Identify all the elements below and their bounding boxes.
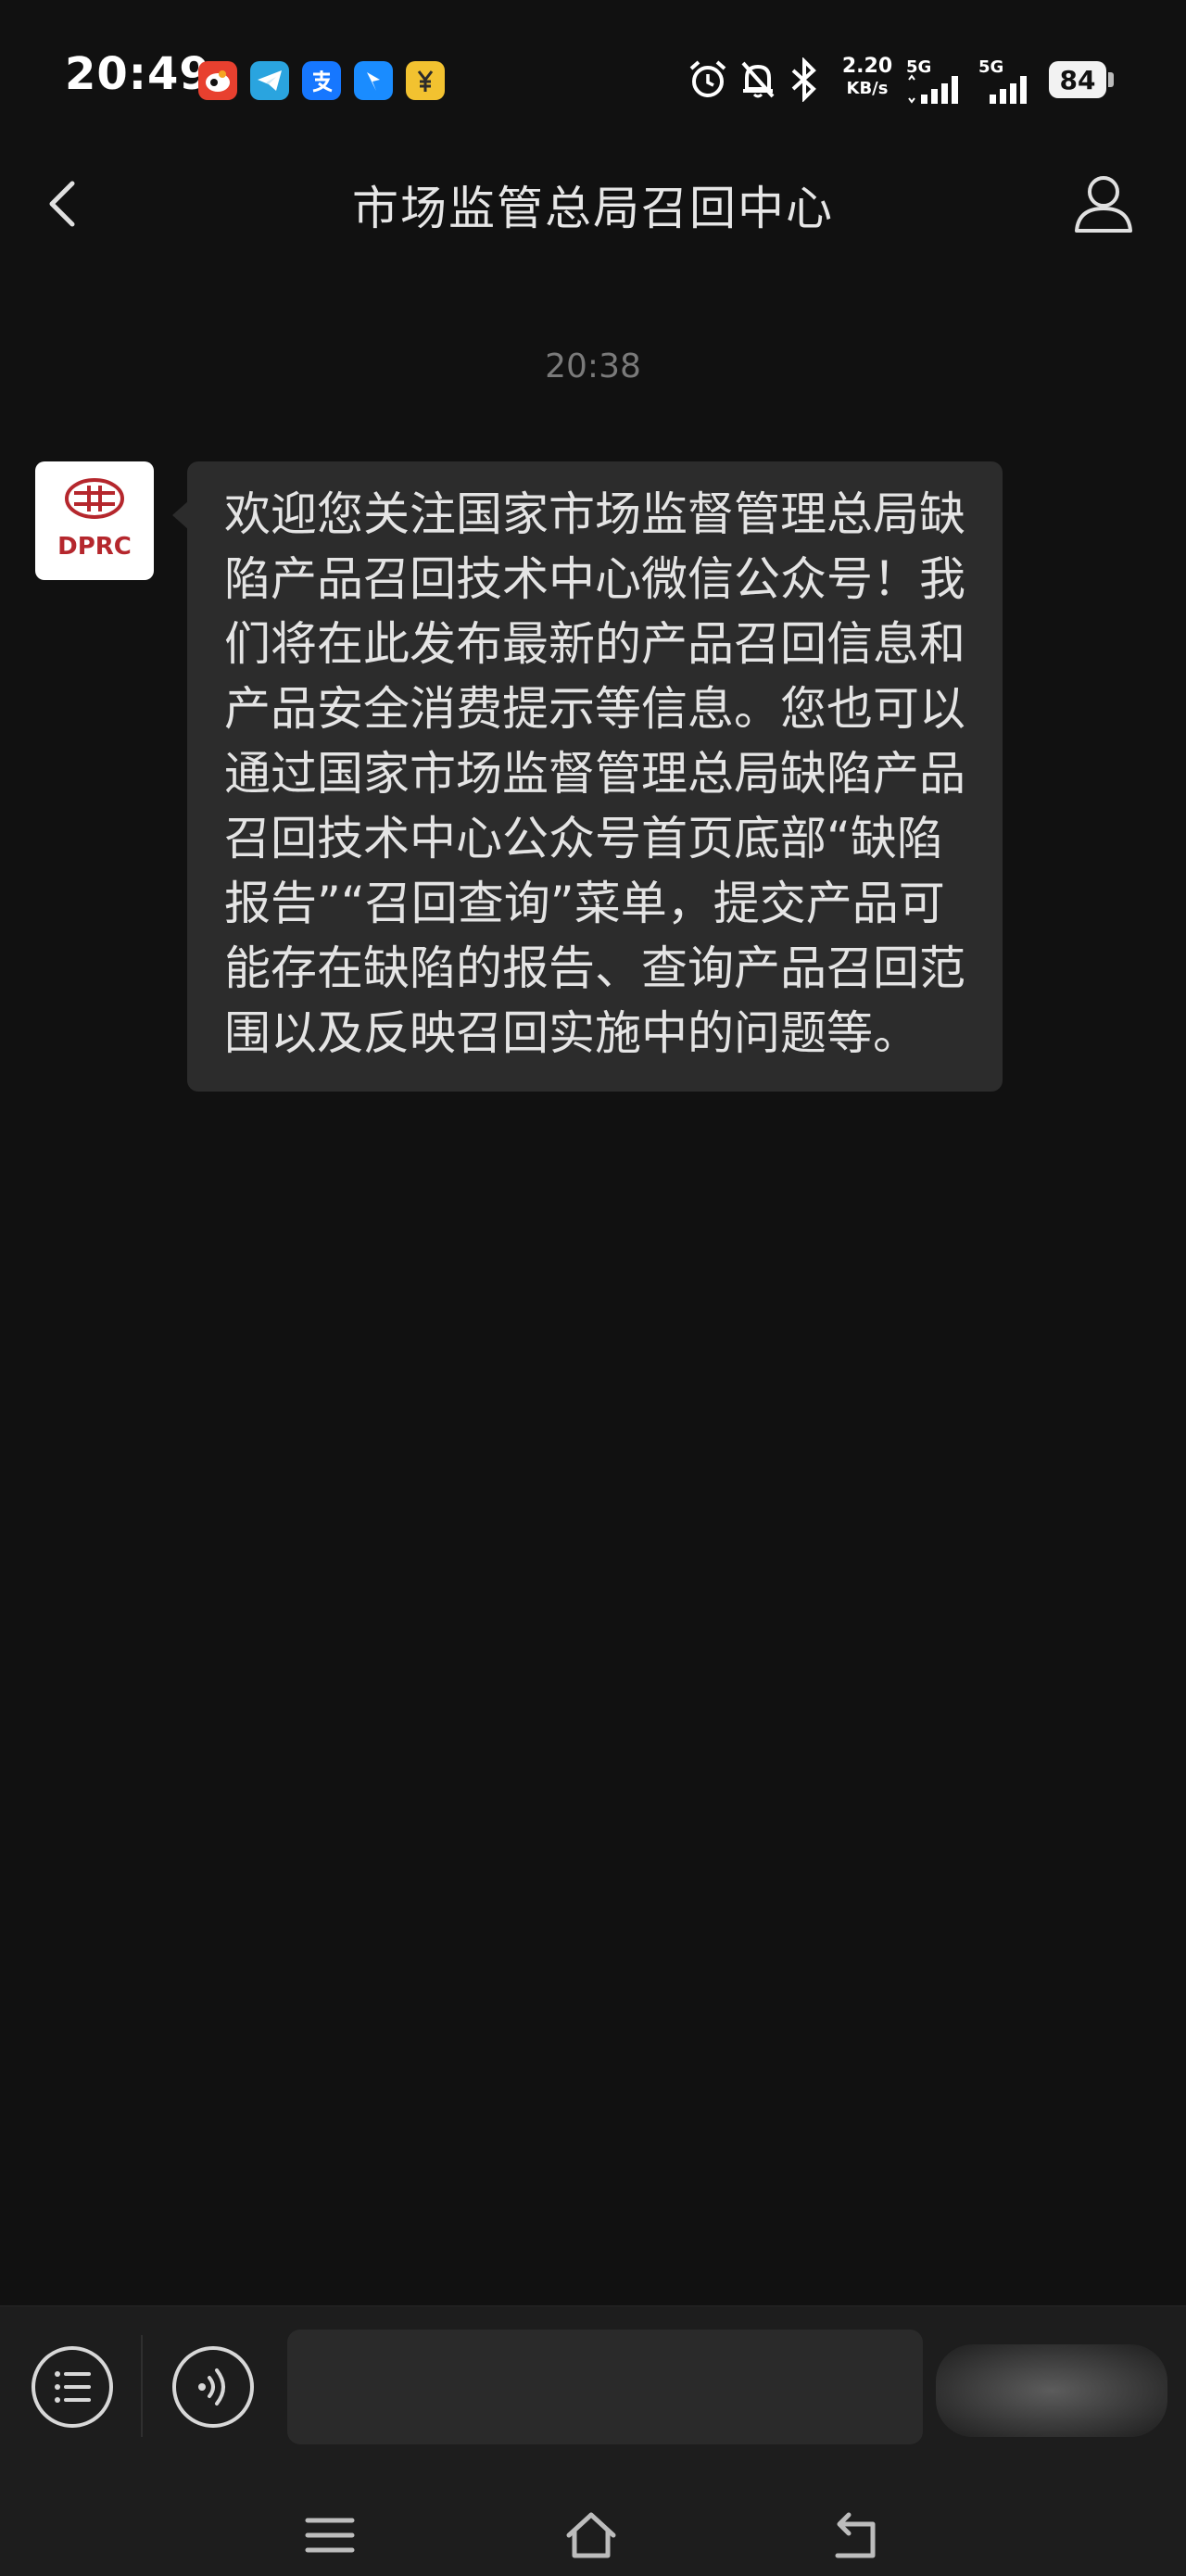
network-speed: 2.20 KB/s bbox=[839, 56, 895, 100]
list-menu-icon bbox=[55, 2371, 91, 2403]
sim1-signal-icon bbox=[908, 74, 958, 104]
avatar-logo-text: DPRC bbox=[57, 533, 132, 561]
list-menu-button[interactable] bbox=[32, 2346, 113, 2428]
emoji-button[interactable] bbox=[936, 2344, 1167, 2437]
sim2-signal-icon bbox=[990, 76, 1027, 104]
avatar[interactable]: DPRC bbox=[35, 461, 154, 580]
back-arrow-icon[interactable] bbox=[828, 2509, 884, 2561]
message-bubble[interactable]: 欢迎您关注国家市场监督管理总局缺陷产品召回技术中心微信公众号！我们将在此发布最新… bbox=[187, 461, 1003, 1092]
alipay-icon bbox=[302, 61, 341, 100]
back-chevron-icon[interactable] bbox=[37, 167, 93, 241]
message-timestamp: 20:38 bbox=[545, 347, 641, 385]
battery-tip bbox=[1108, 72, 1114, 87]
profile-icon[interactable] bbox=[1071, 171, 1136, 236]
network-speed-unit: KB/s bbox=[846, 79, 889, 98]
status-time: 20:49 bbox=[65, 48, 211, 100]
menu-lines-icon[interactable] bbox=[302, 2509, 358, 2561]
dprc-logo-icon: DPRC bbox=[57, 478, 132, 561]
network-speed-value: 2.20 bbox=[841, 55, 893, 78]
home-icon[interactable] bbox=[563, 2509, 619, 2561]
battery-indicator: 84 bbox=[1049, 61, 1106, 98]
bluetooth-icon bbox=[791, 57, 816, 102]
telegram-icon bbox=[250, 61, 289, 100]
voice-icon bbox=[198, 2368, 225, 2406]
page-title: 市场监管总局召回中心 bbox=[352, 182, 834, 235]
yuan-payment-icon bbox=[406, 61, 445, 100]
status-bar: 20:49 2.20 KB/s 5G 5G 84 bbox=[0, 0, 1186, 158]
voice-button[interactable] bbox=[172, 2346, 254, 2428]
input-divider bbox=[141, 2335, 143, 2437]
weibo-icon bbox=[198, 61, 237, 100]
mapping-icon bbox=[354, 61, 393, 100]
message-input[interactable] bbox=[287, 2330, 923, 2444]
alarm-icon bbox=[689, 60, 726, 97]
mute-icon bbox=[741, 61, 775, 98]
